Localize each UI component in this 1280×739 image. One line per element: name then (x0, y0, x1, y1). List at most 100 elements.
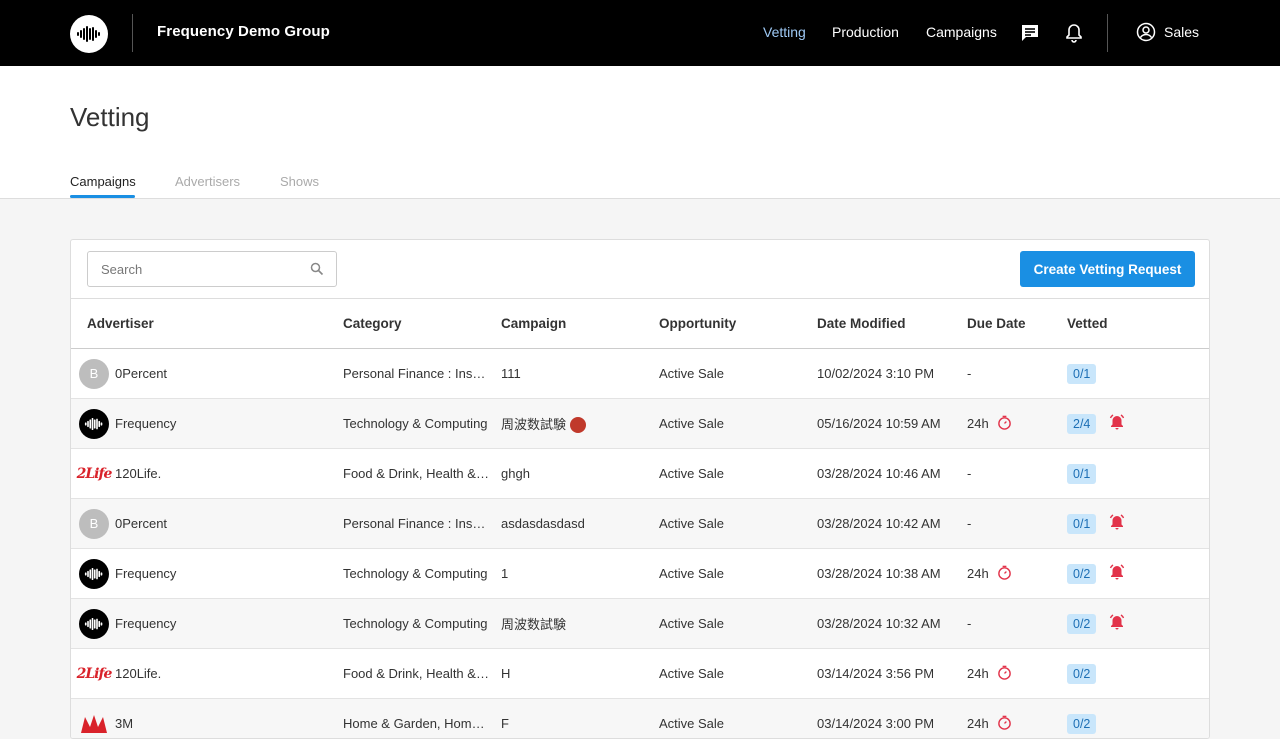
category-cell: Personal Finance : Insurance (343, 499, 501, 549)
notifications-bell-icon[interactable] (1063, 22, 1085, 44)
search-icon[interactable] (310, 262, 324, 281)
campaign-name[interactable]: 周波数試験 (501, 417, 566, 432)
category-cell: Home & Garden, Home Improvement (343, 699, 501, 739)
vetted-badge[interactable]: 0/1 (1067, 364, 1096, 384)
table-header-row: Advertiser Category Campaign Opportunity… (71, 299, 1209, 349)
user-name: Sales (1164, 24, 1199, 40)
table-row[interactable]: Frequency Technology & Computing 周波数試験 A… (71, 599, 1209, 649)
due-date-value: 24h (967, 416, 989, 431)
column-header-date-modified[interactable]: Date Modified (817, 299, 967, 349)
advertiser-name[interactable]: Frequency (115, 616, 176, 631)
nav-campaigns[interactable]: Campaigns (926, 24, 997, 40)
advertiser-name[interactable]: 120Life. (115, 666, 161, 681)
active-tab-indicator (70, 195, 135, 198)
due-date-value: - (967, 466, 971, 481)
table-row[interactable]: B0Percent Personal Finance : Insurance a… (71, 499, 1209, 549)
header-divider (132, 14, 133, 52)
advertiser-name[interactable]: Frequency (115, 566, 176, 581)
opportunity-cell: Active Sale (659, 599, 817, 649)
due-date-value: - (967, 516, 971, 531)
frequency-logo-icon[interactable] (70, 15, 108, 53)
organization-name[interactable]: Frequency Demo Group (157, 23, 330, 40)
timer-icon (997, 665, 1012, 683)
vetting-table-panel: Create Vetting Request Advertiser Catego… (70, 239, 1210, 739)
advertiser-avatar: B (79, 359, 109, 389)
due-date-value: - (967, 366, 971, 381)
table-row[interactable]: 2Life 120Life. Food & Drink, Health & Fit… (71, 449, 1209, 499)
date-modified-cell: 03/28/2024 10:32 AM (817, 599, 967, 649)
column-header-opportunity[interactable]: Opportunity (659, 299, 817, 349)
timer-icon (997, 415, 1012, 433)
category-cell: Technology & Computing (343, 599, 501, 649)
table-row[interactable]: Frequency Technology & Computing 1 Activ… (71, 549, 1209, 599)
column-header-due-date[interactable]: Due Date (967, 299, 1067, 349)
alarm-bell-icon[interactable] (1108, 413, 1126, 434)
alarm-bell-icon[interactable] (1108, 513, 1126, 534)
column-header-vetted[interactable]: Vetted (1067, 299, 1209, 349)
advertiser-logo-icon (79, 709, 109, 739)
devil-emoji-icon (570, 417, 586, 433)
search-box (87, 251, 337, 287)
top-navigation-bar: Frequency Demo Group Vetting Production … (0, 0, 1280, 66)
campaign-name[interactable]: H (501, 666, 510, 681)
table-row[interactable]: B 0Percent Personal Finance : Insurance 1… (71, 349, 1209, 399)
advertiser-logo: 2Life (79, 459, 109, 489)
opportunity-cell: Active Sale (659, 449, 817, 499)
alarm-bell-icon[interactable] (1108, 563, 1126, 584)
campaign-name[interactable]: 周波数試験 (501, 617, 566, 632)
opportunity-cell: Active Sale (659, 649, 817, 699)
table-row[interactable]: 2Life120Life. Food & Drink, Health & Fit… (71, 649, 1209, 699)
campaign-name[interactable]: asdasdasdasd (501, 516, 585, 531)
nav-vetting[interactable]: Vetting (763, 24, 806, 40)
vetted-badge[interactable]: 2/4 (1067, 414, 1096, 434)
category-cell: Personal Finance : Insurance (343, 349, 501, 399)
page-header: Vetting Campaigns Advertisers Shows (0, 66, 1280, 199)
table-row[interactable]: Frequency Technology & Computing 周波数試験 A… (71, 399, 1209, 449)
vetted-badge[interactable]: 0/1 (1067, 464, 1096, 484)
vetted-badge[interactable]: 0/2 (1067, 714, 1096, 734)
tab-shows[interactable]: Shows (280, 174, 319, 189)
due-date-value: 24h (967, 666, 989, 681)
category-cell: Food & Drink, Health & Fitness (343, 649, 501, 699)
due-date-value: - (967, 616, 971, 631)
page-title: Vetting (70, 102, 150, 133)
opportunity-cell: Active Sale (659, 399, 817, 449)
vetted-badge[interactable]: 0/2 (1067, 564, 1096, 584)
due-date-value: 24h (967, 716, 989, 731)
timer-icon (997, 565, 1012, 583)
opportunity-cell: Active Sale (659, 499, 817, 549)
date-modified-cell: 03/28/2024 10:38 AM (817, 549, 967, 599)
search-input[interactable] (88, 252, 288, 286)
vetted-badge[interactable]: 0/1 (1067, 514, 1096, 534)
create-vetting-request-button[interactable]: Create Vetting Request (1020, 251, 1195, 287)
date-modified-cell: 03/28/2024 10:42 AM (817, 499, 967, 549)
user-account-icon (1136, 22, 1156, 42)
vetted-badge[interactable]: 0/2 (1067, 614, 1096, 634)
campaign-name[interactable]: ghgh (501, 466, 530, 481)
category-cell: Food & Drink, Health & Fitness (343, 449, 501, 499)
vetting-table: Advertiser Category Campaign Opportunity… (71, 298, 1209, 739)
alarm-bell-icon[interactable] (1108, 613, 1126, 634)
advertiser-name[interactable]: 0Percent (115, 516, 167, 531)
tab-advertisers[interactable]: Advertisers (175, 174, 240, 189)
vetted-badge[interactable]: 0/2 (1067, 664, 1096, 684)
advertiser-name[interactable]: 3M (115, 716, 133, 731)
nav-production[interactable]: Production (832, 24, 899, 40)
campaign-name[interactable]: 111 (501, 366, 521, 381)
campaign-name[interactable]: 1 (501, 566, 508, 581)
frequency-logo-icon (79, 609, 109, 639)
date-modified-cell: 03/14/2024 3:56 PM (817, 649, 967, 699)
campaign-name[interactable]: F (501, 716, 509, 731)
table-row[interactable]: 3M Home & Garden, Home Improvement F Act… (71, 699, 1209, 739)
advertiser-name[interactable]: 0Percent (115, 366, 167, 381)
header-divider-right (1107, 14, 1108, 52)
column-header-category[interactable]: Category (343, 299, 501, 349)
column-header-campaign[interactable]: Campaign (501, 299, 659, 349)
tab-campaigns[interactable]: Campaigns (70, 174, 136, 189)
messages-icon[interactable] (1019, 22, 1041, 44)
advertiser-name[interactable]: 120Life. (115, 466, 161, 481)
column-header-advertiser[interactable]: Advertiser (71, 299, 343, 349)
user-menu[interactable]: Sales (1136, 22, 1199, 42)
advertiser-name[interactable]: Frequency (115, 416, 176, 431)
date-modified-cell: 10/02/2024 3:10 PM (817, 349, 967, 399)
